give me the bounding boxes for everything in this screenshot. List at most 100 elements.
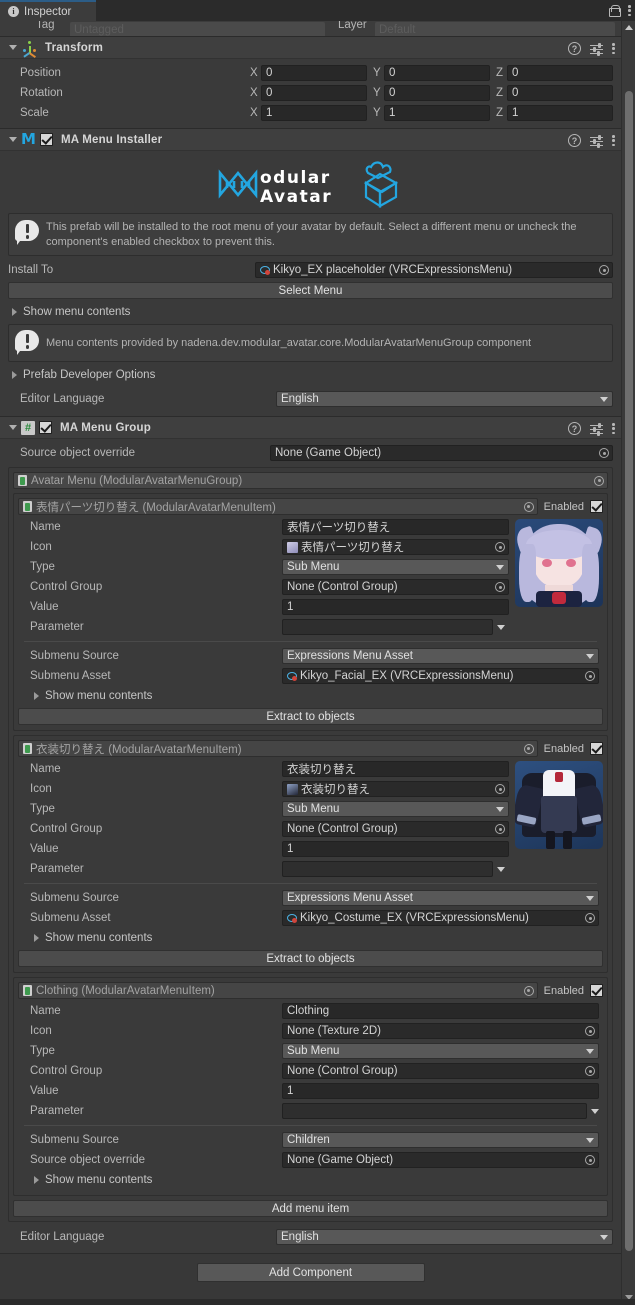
menu-item-1-extract-to-objects-button[interactable]: Extract to objects (18, 950, 603, 968)
object-picker-icon[interactable] (523, 743, 534, 754)
installer-show-menu-contents-row[interactable]: Show menu contents (8, 302, 613, 322)
scale-x-field[interactable]: 1 (261, 105, 367, 121)
transform-foldout-arrow[interactable] (6, 41, 19, 54)
menu-item-0-submenu-asset-field[interactable]: Kikyo_Facial_EX (VRCExpressionsMenu) (282, 668, 599, 685)
object-picker-icon[interactable] (599, 265, 609, 276)
menu-item-2-icon-field[interactable]: None (Texture 2D) (282, 1023, 599, 1040)
scale-y-field[interactable]: 1 (384, 105, 490, 121)
context-menu-icon[interactable] (612, 134, 615, 147)
preset-icon[interactable] (590, 134, 603, 148)
menu-item-1-value-field[interactable]: 1 (282, 841, 509, 858)
preset-icon[interactable] (590, 42, 603, 56)
menu-item-1-control-group-field[interactable]: None (Control Group) (282, 821, 509, 838)
object-picker-icon[interactable] (585, 1155, 595, 1166)
object-picker-icon[interactable] (594, 475, 604, 486)
install-to-object-field[interactable]: Kikyo_EX placeholder (VRCExpressionsMenu… (255, 262, 613, 279)
kebab-menu-icon[interactable] (628, 4, 631, 17)
select-menu-button[interactable]: Select Menu (8, 282, 613, 300)
context-menu-icon[interactable] (612, 42, 615, 55)
object-picker-icon[interactable] (523, 501, 534, 512)
object-picker-icon[interactable] (585, 1066, 595, 1077)
menu-item-0-icon-field[interactable]: 表情パーツ切り替え (282, 539, 509, 556)
menu-item-0-submenu-source-dropdown[interactable]: Expressions Menu Asset (282, 648, 599, 665)
lock-icon[interactable] (609, 4, 621, 17)
menu-item-1-enabled-checkbox[interactable] (590, 742, 603, 756)
context-menu-icon[interactable] (612, 422, 615, 435)
scale-z-field[interactable]: 1 (507, 105, 613, 121)
menu-item-0-parameter-dropdown-icon[interactable] (497, 624, 505, 630)
source-object-override-field[interactable]: None (Game Object) (270, 445, 613, 462)
help-icon[interactable]: ? (568, 42, 581, 55)
menu-item-1-type-dropdown[interactable]: Sub Menu (282, 801, 509, 818)
prefab-dev-options-foldout-arrow[interactable] (8, 369, 21, 382)
menu-item-0-show-menu-contents-row[interactable]: Show menu contents (18, 686, 603, 706)
avatar-menu-group-header[interactable]: Avatar Menu (ModularAvatarMenuGroup) (13, 472, 608, 490)
menu-item-0-enabled-checkbox[interactable] (590, 500, 603, 514)
help-icon[interactable]: ? (568, 134, 581, 147)
vertical-scrollbar[interactable] (621, 21, 635, 1305)
object-picker-icon[interactable] (585, 1026, 595, 1037)
help-icon[interactable]: ? (568, 422, 581, 436)
menu-item-2-type-dropdown[interactable]: Sub Menu (282, 1043, 599, 1060)
tab-inspector[interactable]: i Inspector (0, 0, 96, 21)
add-component-button[interactable]: Add Component (196, 1263, 425, 1283)
show-menu-contents-foldout-arrow[interactable] (30, 1174, 43, 1187)
menu-item-1-submenu-asset-field[interactable]: Kikyo_Costume_EX (VRCExpressionsMenu) (282, 910, 599, 927)
menu-item-0-type-dropdown[interactable]: Sub Menu (282, 559, 509, 576)
group-editor-language-dropdown[interactable]: English (276, 1229, 613, 1246)
tag-dropdown[interactable]: Untagged (70, 22, 325, 36)
object-picker-icon[interactable] (495, 824, 505, 835)
layer-dropdown[interactable]: Default (375, 22, 615, 36)
scrollbar-thumb[interactable] (625, 91, 633, 1251)
rotation-x-field[interactable]: 0 (261, 85, 367, 101)
object-picker-icon[interactable] (599, 448, 609, 459)
ma-menu-installer-foldout-arrow[interactable] (6, 133, 19, 146)
ma-menu-group-header[interactable]: # MA Menu Group ? (0, 416, 621, 440)
menu-item-0-control-group-field[interactable]: None (Control Group) (282, 579, 509, 596)
menu-item-0-header[interactable]: 表情パーツ切り替え (ModularAvatarMenuItem) (18, 498, 538, 516)
menu-item-2-submenu-source-dropdown[interactable]: Children (282, 1132, 599, 1149)
object-picker-icon[interactable] (495, 542, 505, 553)
ma-menu-installer-header[interactable]: M MA Menu Installer ? (0, 128, 621, 151)
menu-item-0-value-field[interactable]: 1 (282, 599, 509, 616)
menu-item-1-icon-field[interactable]: 衣装切り替え (282, 781, 509, 798)
object-picker-icon[interactable] (523, 985, 534, 996)
add-menu-item-button[interactable]: Add menu item (13, 1200, 608, 1218)
menu-item-1-name-field[interactable]: 衣装切り替え (282, 761, 509, 778)
menu-item-1-parameter-field[interactable] (282, 861, 493, 878)
scroll-up-arrow-icon[interactable] (625, 25, 633, 30)
transform-component-header[interactable]: Transform ? (0, 36, 621, 59)
position-x-field[interactable]: 0 (261, 65, 367, 81)
menu-item-1-submenu-source-dropdown[interactable]: Expressions Menu Asset (282, 890, 599, 907)
menu-item-2-enabled-checkbox[interactable] (590, 984, 603, 998)
menu-item-2-show-menu-contents-row[interactable]: Show menu contents (18, 1170, 603, 1190)
show-menu-contents-foldout-arrow[interactable] (8, 306, 21, 319)
menu-item-1-show-menu-contents-row[interactable]: Show menu contents (18, 928, 603, 948)
prefab-developer-options-row[interactable]: Prefab Developer Options (8, 365, 613, 385)
rotation-y-field[interactable]: 0 (384, 85, 490, 101)
menu-item-2-value-field[interactable]: 1 (282, 1083, 599, 1100)
show-menu-contents-foldout-arrow[interactable] (30, 690, 43, 703)
preset-icon[interactable] (590, 422, 603, 436)
menu-item-2-parameter-dropdown-icon[interactable] (591, 1108, 599, 1114)
object-picker-icon[interactable] (495, 784, 505, 795)
menu-item-2-header[interactable]: Clothing (ModularAvatarMenuItem) (18, 982, 538, 1000)
ma-menu-installer-enabled-checkbox[interactable] (39, 133, 53, 146)
object-picker-icon[interactable] (495, 582, 505, 593)
menu-item-1-header[interactable]: 衣装切り替え (ModularAvatarMenuItem) (18, 740, 538, 758)
ma-menu-group-enabled-checkbox[interactable] (39, 421, 52, 435)
menu-item-2-parameter-field[interactable] (282, 1103, 587, 1120)
menu-item-0-parameter-field[interactable] (282, 619, 493, 636)
object-picker-icon[interactable] (585, 671, 595, 682)
position-z-field[interactable]: 0 (507, 65, 613, 81)
menu-item-0-extract-to-objects-button[interactable]: Extract to objects (18, 708, 603, 726)
menu-item-1-parameter-dropdown-icon[interactable] (497, 866, 505, 872)
object-picker-icon[interactable] (585, 913, 595, 924)
menu-item-0-name-field[interactable]: 表情パーツ切り替え (282, 519, 509, 536)
rotation-z-field[interactable]: 0 (507, 85, 613, 101)
position-y-field[interactable]: 0 (384, 65, 490, 81)
menu-item-2-source-object-override-field[interactable]: None (Game Object) (282, 1152, 599, 1169)
show-menu-contents-foldout-arrow[interactable] (30, 932, 43, 945)
editor-language-dropdown[interactable]: English (276, 391, 613, 408)
ma-menu-group-foldout-arrow[interactable] (6, 421, 19, 434)
